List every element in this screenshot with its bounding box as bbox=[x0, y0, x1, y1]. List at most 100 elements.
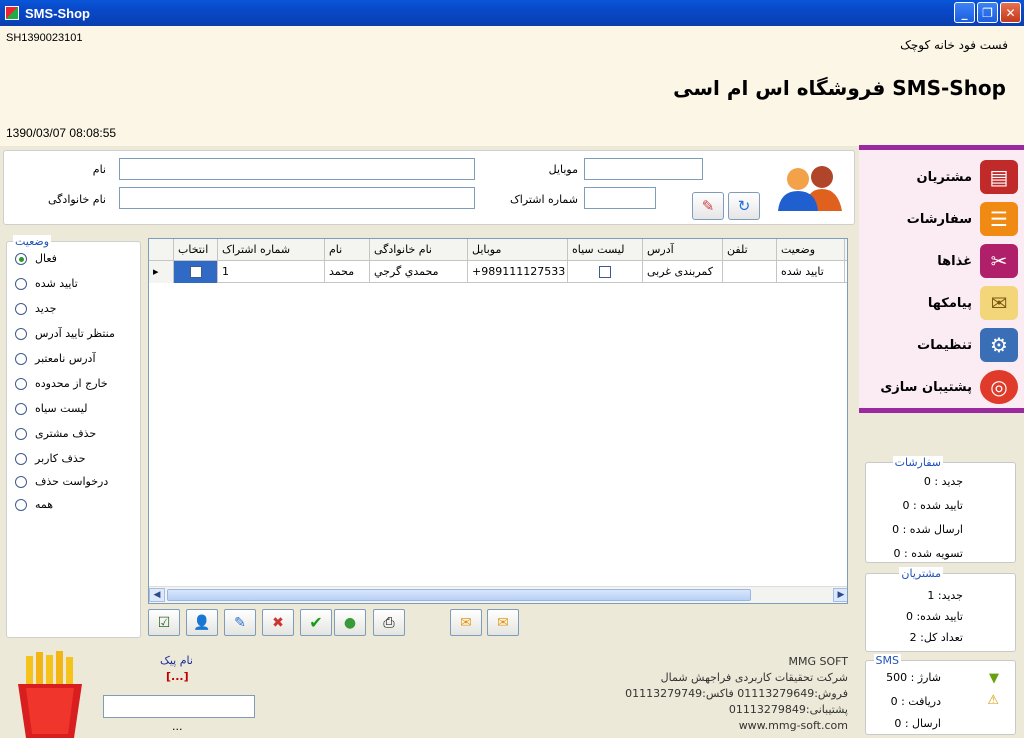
refresh-button[interactable]: ↻ bbox=[728, 192, 760, 220]
status-option-delete-request[interactable]: درخواست حذف bbox=[15, 475, 108, 488]
scroll-thumb[interactable] bbox=[167, 589, 751, 601]
courier-input[interactable] bbox=[103, 695, 255, 718]
search-panel: نام نام خانوادگی موبایل شماره اشتراک ✎ ↻ bbox=[3, 150, 855, 225]
company-full-name: شرکت تحقیقات کاربردی فراجهش شمال bbox=[660, 671, 848, 684]
main-navigation: مشتریان ▤ سفارشات ☰ غذاها ✂ پیامکها ✉ تن… bbox=[859, 145, 1024, 413]
horizontal-scrollbar[interactable]: ◀ ▶ bbox=[149, 586, 847, 603]
customers-stats-panel: مشتریان جدید: 1 تایید شده: 0 تعداد کل: 2 bbox=[865, 567, 1016, 652]
blacklist-checkbox[interactable] bbox=[599, 266, 611, 278]
radio-icon bbox=[15, 402, 27, 415]
company-name: MMG SOFT bbox=[788, 655, 849, 668]
menu-book-icon: ✂ bbox=[980, 244, 1018, 278]
customers-grid[interactable]: انتخاب شماره اشتراک نام نام خانوادگی موب… bbox=[148, 238, 848, 604]
subscription-label: شماره اشتراک bbox=[509, 193, 578, 206]
status-option-new[interactable]: جدید bbox=[15, 302, 56, 315]
delete-customer-button[interactable]: ✖ bbox=[262, 609, 294, 636]
window-title: SMS-Shop bbox=[25, 5, 90, 21]
courier-label: نام پیک bbox=[160, 654, 193, 667]
status-option-deleted-customer[interactable]: حذف مشتری bbox=[15, 427, 96, 440]
orders-stats-panel: سفارشات جدید : 0 تایید شده : 0 ارسال شده… bbox=[865, 456, 1016, 563]
check-circle-icon: ✔ bbox=[309, 613, 323, 632]
radio-icon bbox=[15, 327, 27, 340]
scroll-left-button[interactable]: ◀ bbox=[149, 588, 165, 602]
send-sms-button[interactable]: ✉ bbox=[487, 609, 519, 636]
sms-charge: شارژ : 500 bbox=[886, 671, 941, 684]
col-family[interactable]: نام خانوادگی bbox=[370, 239, 468, 261]
edit-user-icon: ✎ bbox=[234, 614, 246, 631]
maximize-button[interactable]: ❐ bbox=[977, 2, 998, 23]
checkbox-icon: ☑ bbox=[157, 614, 171, 631]
send-sms-all-button[interactable]: ✉ bbox=[450, 609, 482, 636]
col-phone[interactable]: تلفن bbox=[723, 239, 777, 261]
envelope-icon: ✉ bbox=[497, 614, 509, 631]
refresh-icon: ↻ bbox=[737, 197, 751, 215]
status-option-all[interactable]: همه bbox=[15, 498, 53, 511]
col-subscription[interactable]: شماره اشتراک bbox=[218, 239, 325, 261]
cell-blacklist[interactable] bbox=[568, 261, 643, 283]
nav-foods[interactable]: غذاها ✂ bbox=[937, 244, 1018, 278]
clear-button[interactable]: ✎ bbox=[692, 192, 724, 220]
nav-sms[interactable]: پیامکها ✉ bbox=[928, 286, 1018, 320]
sms-stats-panel: SMS شارژ : 500 ▼ دریافت : 0 ⚠ ارسال : 0 bbox=[865, 654, 1016, 735]
close-button[interactable]: ✕ bbox=[1000, 2, 1021, 23]
status-option-blacklist[interactable]: لیست سیاه bbox=[15, 402, 87, 415]
nav-orders-label: سفارشات bbox=[906, 211, 972, 227]
status-option-out-of-range[interactable]: خارج از محدوده bbox=[15, 377, 108, 390]
printer-icon: ⎙ bbox=[383, 614, 395, 631]
family-label: نام خانوادگی bbox=[48, 193, 106, 206]
family-input[interactable] bbox=[119, 187, 475, 209]
nav-settings[interactable]: تنظیمات ⚙ bbox=[917, 328, 1018, 362]
customers-total: تعداد کل: 2 bbox=[909, 631, 963, 644]
status-option-awaiting-address[interactable]: منتظر تایید آدرس bbox=[15, 327, 115, 340]
row-select-checkbox[interactable] bbox=[189, 266, 202, 278]
eraser-icon: ✎ bbox=[701, 197, 715, 215]
radio-icon bbox=[15, 352, 27, 365]
company-website[interactable]: www.mmg-soft.com bbox=[739, 719, 848, 732]
select-all-button[interactable]: ☑ bbox=[148, 609, 180, 636]
radio-icon bbox=[15, 427, 27, 440]
col-status[interactable]: وضعیت bbox=[777, 239, 845, 261]
nav-customers[interactable]: مشتریان ▤ bbox=[916, 160, 1018, 194]
col-name[interactable]: نام bbox=[325, 239, 370, 261]
checklist-icon: ☰ bbox=[980, 202, 1018, 236]
nav-orders[interactable]: سفارشات ☰ bbox=[907, 202, 1018, 236]
lifebuoy-icon: ◎ bbox=[980, 370, 1018, 404]
col-address[interactable]: آدرس bbox=[643, 239, 723, 261]
col-blacklist[interactable]: لیست سیاه bbox=[568, 239, 643, 261]
col-select[interactable]: انتخاب bbox=[174, 239, 218, 261]
name-label: نام bbox=[92, 163, 106, 176]
cell-status: تایید شده bbox=[777, 261, 845, 283]
add-customer-button[interactable]: 👤 bbox=[186, 609, 218, 636]
table-row[interactable]: ▸ 1 محمد محمدي گرجي +989111127533 کمربند… bbox=[149, 261, 847, 283]
app-icon bbox=[5, 6, 19, 20]
scroll-right-button[interactable]: ▶ bbox=[833, 588, 847, 602]
minimize-button[interactable]: _ bbox=[954, 2, 975, 23]
user-icon: ● bbox=[343, 614, 357, 631]
row-select-cell[interactable] bbox=[174, 261, 218, 283]
col-mobile[interactable]: موبایل bbox=[468, 239, 568, 261]
title-bar: SMS-Shop _ ❐ ✕ bbox=[0, 0, 1024, 26]
orders-stats-title: سفارشات bbox=[892, 456, 943, 469]
radio-icon bbox=[15, 277, 27, 290]
radio-icon bbox=[15, 252, 27, 265]
courier-more[interactable]: ... bbox=[172, 720, 183, 733]
courier-value[interactable]: [...] bbox=[166, 670, 189, 683]
subscription-input[interactable] bbox=[584, 187, 656, 209]
status-option-confirmed[interactable]: تایید شده bbox=[15, 277, 78, 290]
nav-backup[interactable]: پشتیبان سازی ◎ bbox=[880, 370, 1018, 404]
status-title: وضعیت bbox=[13, 235, 52, 248]
status-option-active[interactable]: فعال bbox=[15, 252, 57, 265]
edit-customer-button[interactable]: ✎ bbox=[224, 609, 256, 636]
name-input[interactable] bbox=[119, 158, 475, 180]
mobile-input[interactable] bbox=[584, 158, 703, 180]
radio-icon bbox=[15, 452, 27, 465]
confirm-button[interactable]: ✔ bbox=[300, 609, 332, 636]
shop-subtitle: فست فود خانه کوچک bbox=[900, 38, 1008, 52]
status-option-deleted-user[interactable]: حذف کاربر bbox=[15, 452, 86, 465]
print-button[interactable]: ⎙ bbox=[373, 609, 405, 636]
user-button[interactable]: ● bbox=[334, 609, 366, 636]
status-option-invalid-address[interactable]: آدرس نامعتبر bbox=[15, 352, 96, 365]
cell-name: محمد bbox=[325, 261, 370, 283]
fries-logo bbox=[12, 650, 88, 738]
cell-address: کمربندی غربی bbox=[643, 261, 723, 283]
